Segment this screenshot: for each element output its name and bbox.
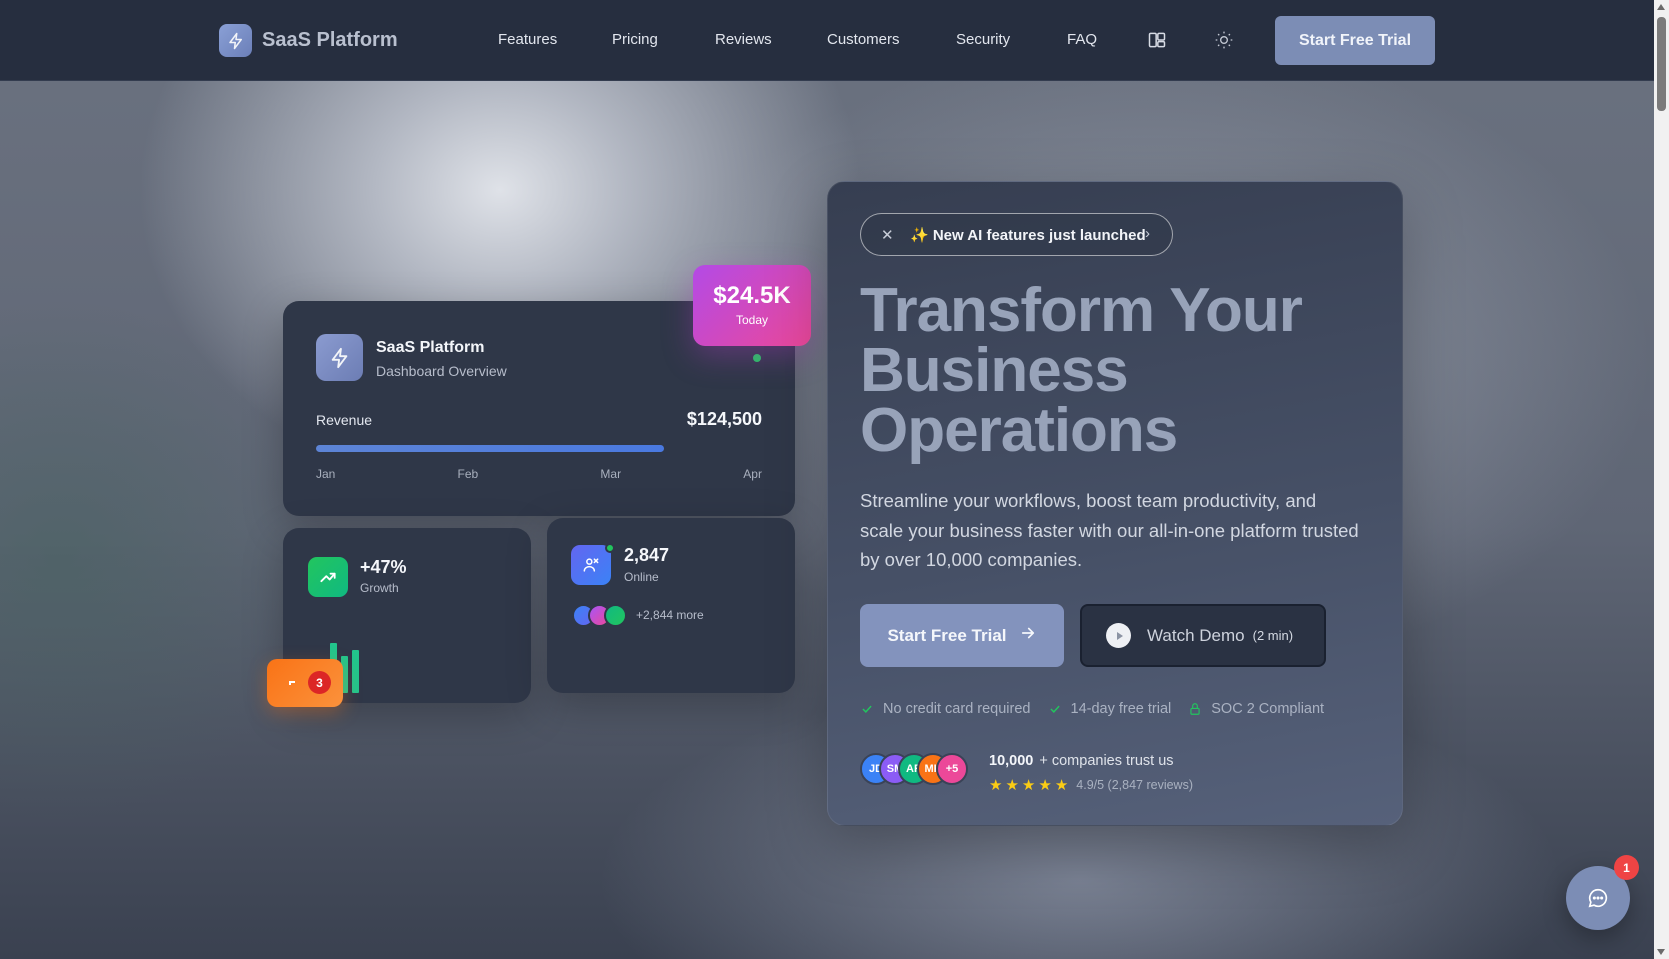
- play-icon: [1106, 623, 1131, 648]
- live-status-dot: [753, 354, 761, 362]
- today-revenue-badge: $24.5K Today: [693, 265, 811, 346]
- close-icon[interactable]: ✕: [881, 226, 894, 244]
- trust-text: 10,000 + companies trust us: [989, 753, 1174, 769]
- revenue-label: Revenue: [316, 412, 373, 428]
- check-item: SOC 2 Compliant: [1188, 701, 1324, 717]
- check-item: No credit card required: [860, 701, 1031, 717]
- announcement-pill[interactable]: ✕ ✨ New AI features just launched ›: [860, 213, 1173, 256]
- scroll-up-icon[interactable]: [1657, 4, 1665, 10]
- online-label: Online: [624, 570, 659, 584]
- online-count: 2,847: [624, 545, 670, 565]
- checkmark-icon: [862, 705, 872, 713]
- today-label: Today: [735, 313, 769, 327]
- online-avatar-stack: [572, 604, 627, 627]
- scroll-down-icon[interactable]: [1657, 949, 1665, 955]
- revenue-value: $124,500: [686, 409, 762, 429]
- rating-text: 4.9/5 (2,847 reviews): [1076, 778, 1193, 792]
- top-navbar: SaaS Platform Features Pricing Reviews C…: [0, 0, 1669, 81]
- nav-start-trial-button[interactable]: Start Free Trial: [1275, 16, 1435, 65]
- sun-icon[interactable]: [1214, 30, 1234, 50]
- today-value: $24.5K: [713, 282, 791, 309]
- more-online-text: +2,844 more: [636, 608, 704, 622]
- start-free-trial-button[interactable]: Start Free Trial: [860, 604, 1064, 667]
- check-label: 14-day free trial: [1070, 701, 1172, 717]
- brand-logo[interactable]: SaaS Platform: [219, 24, 398, 57]
- growth-bar: [352, 650, 359, 693]
- growth-value: +47%: [360, 557, 407, 577]
- nav-link-customers[interactable]: Customers: [827, 31, 900, 48]
- check-label: SOC 2 Compliant: [1211, 701, 1325, 717]
- revenue-progress-bar: [316, 445, 762, 452]
- month-label: Apr: [743, 467, 762, 481]
- hero-panel: ✕ ✨ New AI features just launched › Tran…: [827, 181, 1403, 826]
- lock-icon: [1190, 703, 1200, 715]
- month-label: Jan: [316, 467, 336, 481]
- star-icon: ★: [1054, 777, 1069, 794]
- notification-count-badge: 3: [308, 671, 331, 694]
- month-label: Feb: [457, 467, 479, 481]
- notification-toast[interactable]: 3: [267, 659, 343, 707]
- trust-label: + companies trust us: [1039, 753, 1174, 769]
- scrollbar-thumb[interactable]: [1657, 17, 1666, 111]
- announcement-text: ✨ New AI features just launched: [910, 227, 1146, 244]
- watch-demo-label: Watch Demo: [1147, 625, 1245, 645]
- revenue-progress-fill: [316, 445, 664, 452]
- hero-headline: Transform Your Business Operations: [860, 276, 1303, 465]
- star-icon: ★: [1005, 777, 1019, 794]
- checkmark-icon: [1049, 705, 1060, 713]
- star-icon: ★: [989, 777, 1003, 794]
- brand-name: SaaS Platform: [262, 29, 398, 51]
- chat-unread-badge: 1: [1614, 855, 1639, 880]
- check-item: 14-day free trial: [1048, 701, 1172, 717]
- online-status-dot: [605, 543, 615, 553]
- nav-link-faq[interactable]: FAQ: [1067, 31, 1097, 48]
- growth-label: Growth: [360, 581, 399, 595]
- customer-avatar-stack: JD SM AR MK +5: [860, 753, 968, 785]
- dashboard-subtitle: Dashboard Overview: [376, 363, 507, 379]
- demo-duration: (2 min): [1252, 628, 1294, 643]
- chat-bubble-icon: [1588, 888, 1608, 908]
- nav-link-features[interactable]: Features: [498, 31, 557, 48]
- bell-icon: [289, 681, 295, 685]
- star-icon: ★: [1038, 777, 1052, 794]
- avatar-more: +5: [936, 753, 968, 785]
- nav-link-pricing[interactable]: Pricing: [612, 31, 658, 48]
- month-axis: Jan Feb Mar Apr: [316, 467, 762, 481]
- dashboard-title: SaaS Platform: [376, 339, 485, 356]
- check-label: No credit card required: [883, 701, 1031, 717]
- star-icon: ★: [1021, 777, 1036, 794]
- start-free-trial-label: Start Free Trial: [887, 625, 1007, 645]
- layout-columns-icon[interactable]: [1147, 30, 1167, 50]
- trending-up-icon: [308, 557, 348, 597]
- rating-row: ★ ★ ★ ★ ★ 4.9/5 (2,847 reviews): [989, 776, 1193, 794]
- online-users-card: 2,847 Online +2,844 more: [547, 518, 795, 693]
- watch-demo-button[interactable]: Watch Demo (2 min): [1080, 604, 1326, 667]
- lightning-icon: [219, 24, 252, 57]
- page-scrollbar[interactable]: [1654, 0, 1669, 959]
- month-label: Mar: [600, 467, 622, 481]
- avatar: [604, 604, 627, 627]
- nav-link-security[interactable]: Security: [956, 31, 1010, 48]
- lightning-icon: [316, 334, 363, 381]
- arrow-right-icon: [1019, 624, 1037, 647]
- trust-count: 10,000: [989, 753, 1034, 769]
- nav-link-reviews[interactable]: Reviews: [715, 31, 772, 48]
- hero-description: Streamline your workflows, boost team pr…: [860, 490, 1359, 570]
- trust-checks: No credit card required 14-day free tria…: [860, 701, 1324, 717]
- chevron-right-icon: ›: [1145, 225, 1150, 242]
